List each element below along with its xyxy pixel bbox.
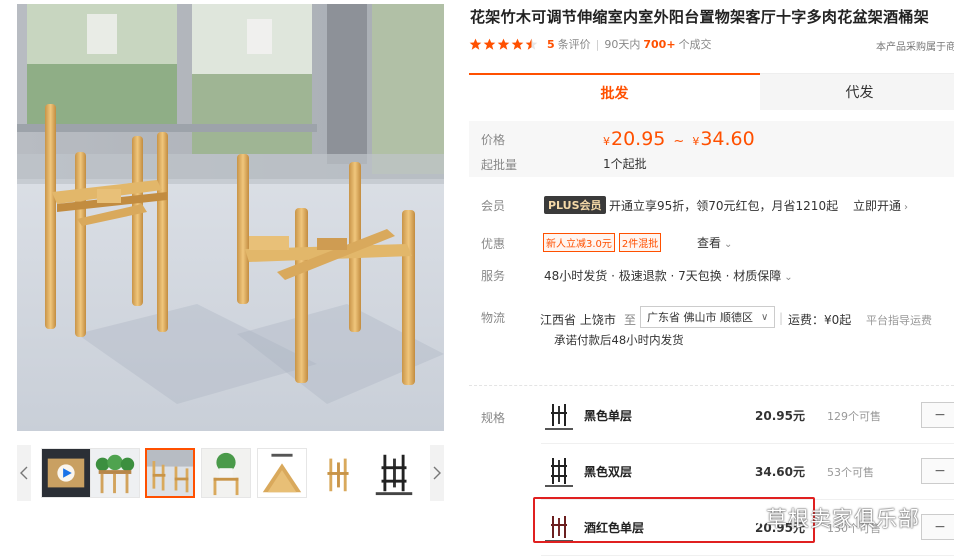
discount-tag-mixed: 2件混批 [618,233,662,252]
thumbnail-5[interactable] [257,448,307,498]
thumbnail-3-active[interactable] [145,448,195,498]
quantity-decrease-button[interactable]: − [921,402,954,428]
sku-label: 规格 [481,411,506,425]
service-row: 服务 48小时发货 · 极速退款 · 7天包换 · 材质保障 ⌄ [469,267,954,285]
moq-label: 起批量 [481,158,518,172]
star-half-icon [525,38,538,50]
thumbnail-4[interactable] [201,448,251,498]
member-offer-text: 开通立享95折，领70元红包，月省1210起 [609,199,839,213]
sku-name: 黑色单层 [584,409,633,423]
ship-from: 江西省 上饶市 [540,313,616,327]
price-box: 价格 ¥ 20.95 ~ ¥ 34.60 起批量 1个起批 [469,121,954,177]
rating-stars [469,38,538,51]
thumbnail-2[interactable] [90,448,140,498]
destination-select[interactable]: 广东省 佛山市 顺德区 ∨ [640,306,776,328]
freight-guide-link[interactable]: 平台指导运费 [866,312,932,328]
chevron-right-icon [433,466,441,480]
price-range: ¥ 20.95 ~ ¥ 34.60 [603,128,755,150]
sku-thumbnail [543,456,575,488]
review-count[interactable]: 5 [547,38,555,51]
star-icon [497,38,510,50]
wechat-icon [735,507,761,529]
sold-label: 个成交 [678,38,712,51]
main-product-image[interactable] [17,4,444,431]
procurement-note: 本产品采购属于商 [876,42,954,53]
thumb-next-button[interactable] [430,445,444,501]
quantity-decrease-button[interactable]: − [921,514,954,540]
service-label: 服务 [481,269,506,283]
service-text[interactable]: 48小时发货 · 极速退款 · 7天包换 · 材质保障 ⌄ [544,267,793,284]
star-icon [483,38,496,50]
logistics-row: 物流 江西省 上饶市 至 广东省 佛山市 顺德区 ∨ | 运费：¥0起 平台指导运… [469,305,954,350]
logistics-label: 物流 [481,311,506,325]
price-max: 34.60 [700,128,755,150]
quantity-decrease-button[interactable]: − [921,458,954,484]
thumbnail-video[interactable] [41,448,91,498]
shipping-promise: 承诺付款后48小时内发货 [554,333,684,347]
member-label: 会员 [481,199,506,213]
chevron-left-icon [20,466,28,480]
discount-label: 优惠 [481,237,506,251]
wechat-watermark: 草根卖家俱乐部 [734,503,920,533]
product-photo [17,4,444,431]
view-discounts-link[interactable]: 查看 ⌄ [697,234,732,251]
period-label: 90天内 [604,38,641,51]
rating-row: 5 条评价 | 90天内 700+ 个成交 本产品采购属于商 [469,36,954,53]
discount-tags: 新人立减3.0元 2件混批 [543,233,665,252]
thumbnail-7[interactable] [369,448,419,498]
purchase-mode-tabs: 批发 代发 [469,73,954,110]
section-divider [469,385,954,386]
star-icon [469,38,482,50]
discount-tag-newcomer: 新人立减3.0元 [543,233,615,252]
star-icon [511,38,524,50]
sku-row-black-single[interactable]: 黑色单层 20.95元 129个可售 − [541,388,954,444]
thumb-prev-button[interactable] [17,445,31,501]
tab-dropship[interactable]: 代发 [760,73,954,110]
member-row: 会员 PLUS会员 开通立享95折，领70元红包，月省1210起 立即开通 › [469,196,954,215]
thumbnail-strip [17,445,444,501]
sku-price: 34.60元 [755,465,805,479]
freight-text: 运费：¥0起 [788,313,852,327]
sku-stock: 53个可售 [827,466,874,479]
price-min: 20.95 [611,128,666,150]
sold-count: 700+ [643,37,676,51]
discount-row: 优惠 新人立减3.0元 2件混批 查看 ⌄ [469,233,954,252]
thumbnail-6[interactable] [313,448,363,498]
plus-member-badge: PLUS会员 [544,196,606,214]
sku-price: 20.95元 [755,409,805,423]
chevron-down-icon: ∨ [761,311,769,323]
sku-stock: 129个可售 [827,410,881,423]
watermark-text: 草根卖家俱乐部 [766,507,920,531]
open-plus-link[interactable]: 立即开通 › [853,197,908,214]
price-label: 价格 [481,133,506,147]
moq-value: 1个起批 [603,157,647,171]
sku-thumbnail [543,400,575,432]
sku-row-black-double[interactable]: 黑色双层 34.60元 53个可售 − [541,444,954,500]
product-title: 花架竹木可调节伸缩室内室外阳台置物架客厅十字多肉花盆架酒桶架 [470,8,930,26]
review-label[interactable]: 条评价 [558,36,591,52]
tab-wholesale[interactable]: 批发 [469,73,760,110]
sku-name: 黑色双层 [584,465,633,479]
